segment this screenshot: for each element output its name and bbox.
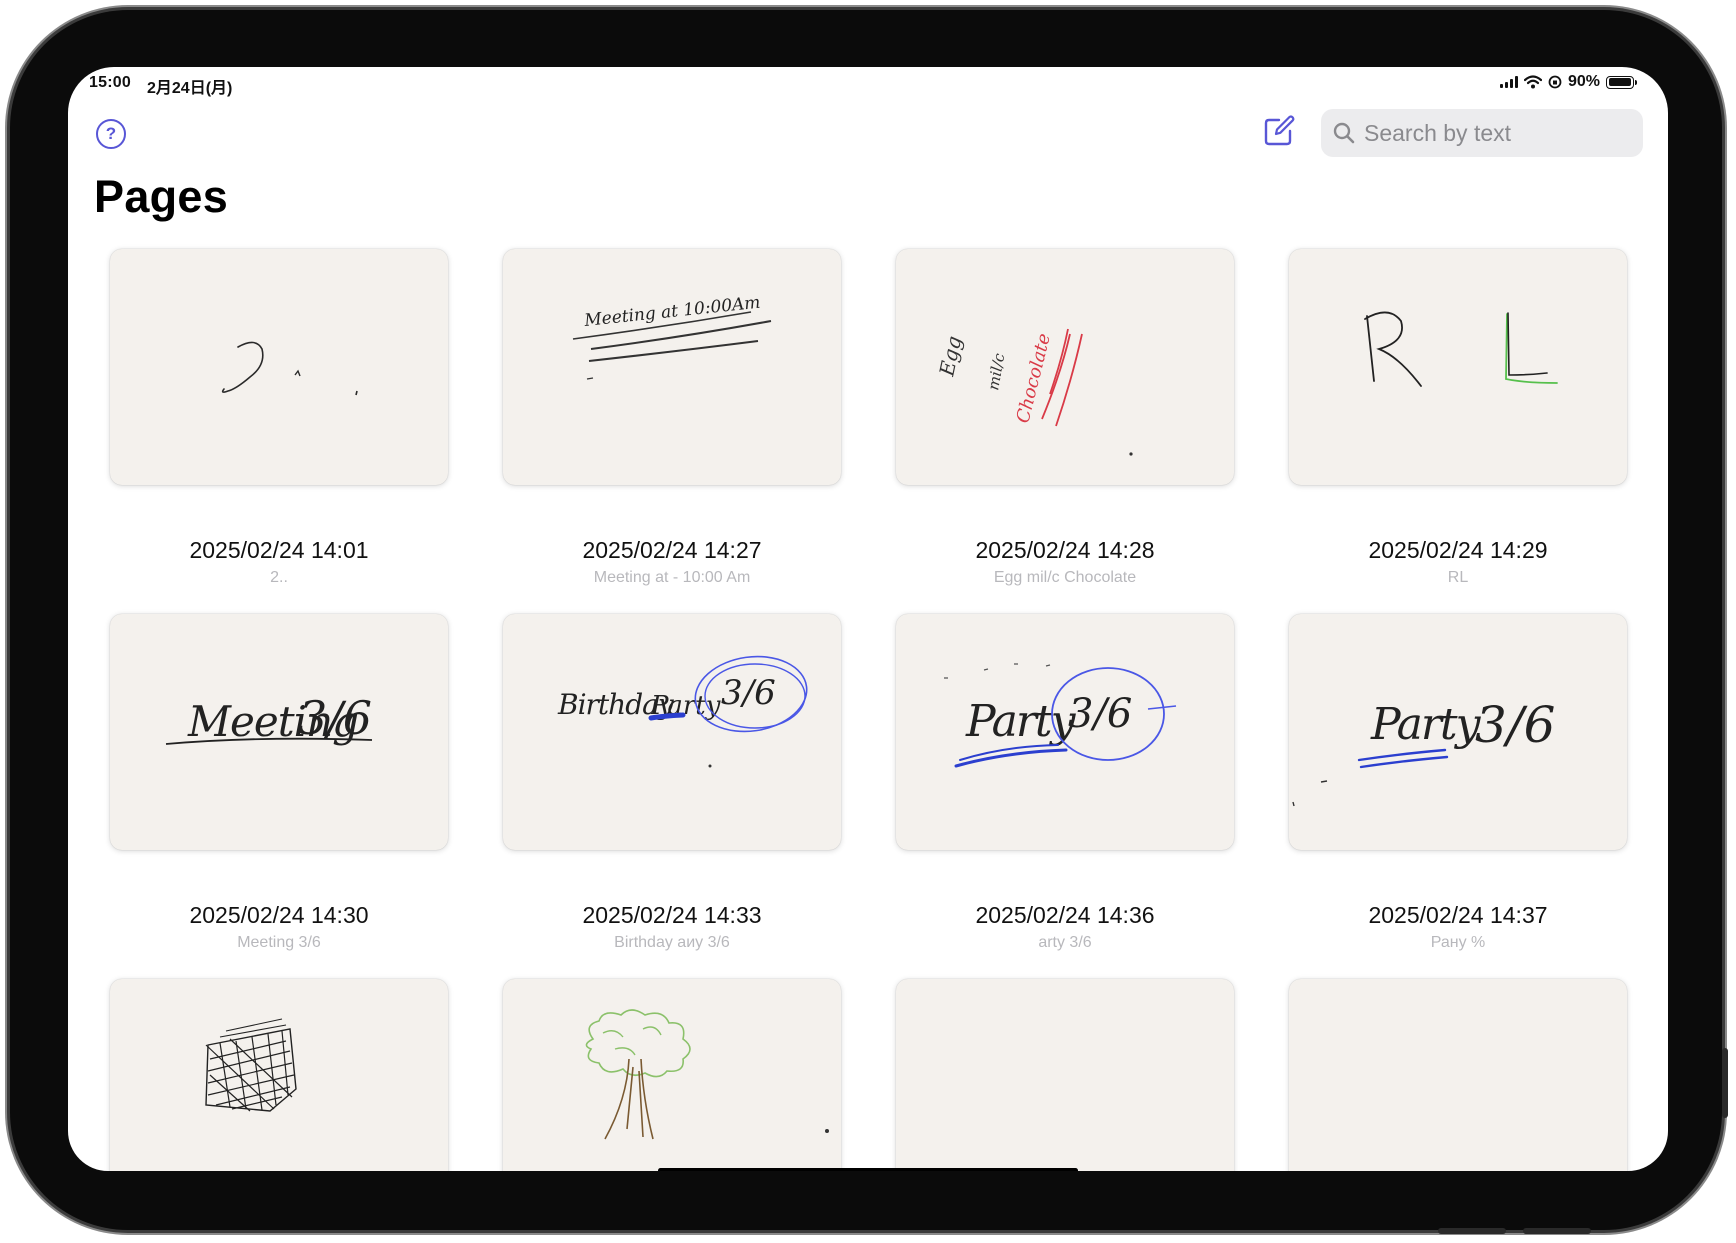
top-button-2 <box>1523 1228 1591 1234</box>
svg-text:3/6: 3/6 <box>1475 696 1555 754</box>
top-button-1 <box>1438 1228 1506 1234</box>
handwriting-sketch: Party 3/6 <box>944 663 1177 768</box>
page-caption: 2025/02/24 14:01 2.. <box>110 537 448 587</box>
handwriting-sketch: Party 3/6 <box>1292 696 1555 807</box>
page-preview-text: 2.. <box>270 569 288 586</box>
page-thumbnail[interactable]: Egg mil/c Chocolate <box>896 249 1234 485</box>
home-indicator[interactable] <box>658 1168 1078 1171</box>
svg-text:mil/c: mil/c <box>984 351 1008 391</box>
page-date: 2025/02/24 14:27 <box>582 537 762 563</box>
page-caption: 2025/02/24 14:28 Egg mil/c Chocolate <box>896 537 1234 587</box>
handwriting-sketch <box>585 1009 829 1140</box>
svg-text:Chocolate: Chocolate <box>1012 331 1055 425</box>
page-preview-text: Birthday аиу 3/6 <box>614 934 730 951</box>
page-preview-text: Рану % <box>1430 934 1486 951</box>
page-thumbnail[interactable]: Meeting 3/6 <box>110 614 448 850</box>
page-caption: 2025/02/24 14:37 Рану % <box>1289 902 1627 952</box>
handwriting-sketch: Meeting 3/6 <box>165 691 373 746</box>
volume-button <box>1722 1048 1728 1118</box>
page-preview-text: Meeting 3/6 <box>237 934 321 951</box>
page-thumbnail[interactable] <box>1289 979 1627 1171</box>
pages-grid: Meeting at 10:00Am Egg mil/c Chocolate 2… <box>68 67 1668 1171</box>
page-caption: 2025/02/24 14:29 RL <box>1289 537 1627 587</box>
page-date: 2025/02/24 14:30 <box>189 902 369 928</box>
svg-text:Party: Party <box>965 696 1077 747</box>
svg-text:3/6: 3/6 <box>721 673 776 713</box>
page-preview-text: Egg mil/c Chocolate <box>993 569 1137 586</box>
app-screen: 15:00 2月24日(月) 90% ? Search by text Page… <box>68 67 1668 1171</box>
page-caption: 2025/02/24 14:27 Meeting at - 10:00 Am <box>503 537 841 587</box>
page-date: 2025/02/24 14:29 <box>1368 537 1548 563</box>
page-date: 2025/02/24 14:36 <box>975 902 1155 928</box>
page-caption: 2025/02/24 14:33 Birthday аиу 3/6 <box>503 902 841 952</box>
page-preview-text: RL <box>1447 569 1469 586</box>
svg-text:3/6: 3/6 <box>1068 691 1132 737</box>
svg-text:3/6: 3/6 <box>298 691 372 745</box>
handwriting-sketch <box>205 1018 297 1112</box>
page-date: 2025/02/24 14:37 <box>1368 902 1548 928</box>
page-date: 2025/02/24 14:01 <box>189 537 369 563</box>
handwriting-sketch: Birthday Party 3/6 <box>557 655 808 768</box>
handwriting-sketch: Meeting at 10:00Am <box>572 293 772 380</box>
page-thumbnail[interactable]: Party 3/6 <box>896 614 1234 850</box>
page-preview-text: Meeting at - 10:00 Am <box>593 569 751 586</box>
page-caption: 2025/02/24 14:36 arty 3/6 <box>896 902 1234 952</box>
page-thumbnail[interactable] <box>110 249 448 485</box>
handwriting-sketch <box>1364 311 1558 387</box>
page-thumbnail[interactable]: Meeting at 10:00Am <box>503 249 841 485</box>
page-thumbnail[interactable]: Birthday Party 3/6 <box>503 614 841 850</box>
page-thumbnail[interactable] <box>1289 249 1627 485</box>
svg-text:Party: Party <box>1370 699 1482 750</box>
handwriting-sketch <box>221 341 358 396</box>
page-preview-text: arty 3/6 <box>1038 934 1092 951</box>
page-caption: 2025/02/24 14:30 Meeting 3/6 <box>110 902 448 952</box>
page-thumbnail[interactable] <box>503 979 841 1171</box>
svg-text:Egg: Egg <box>934 334 966 379</box>
page-date: 2025/02/24 14:28 <box>975 537 1155 563</box>
handwriting-sketch: Egg mil/c Chocolate <box>934 328 1133 456</box>
page-thumbnail[interactable]: Party 3/6 <box>1289 614 1627 850</box>
page-thumbnail[interactable] <box>896 979 1234 1171</box>
page-date: 2025/02/24 14:33 <box>582 902 762 928</box>
page-thumbnail[interactable] <box>110 979 448 1171</box>
